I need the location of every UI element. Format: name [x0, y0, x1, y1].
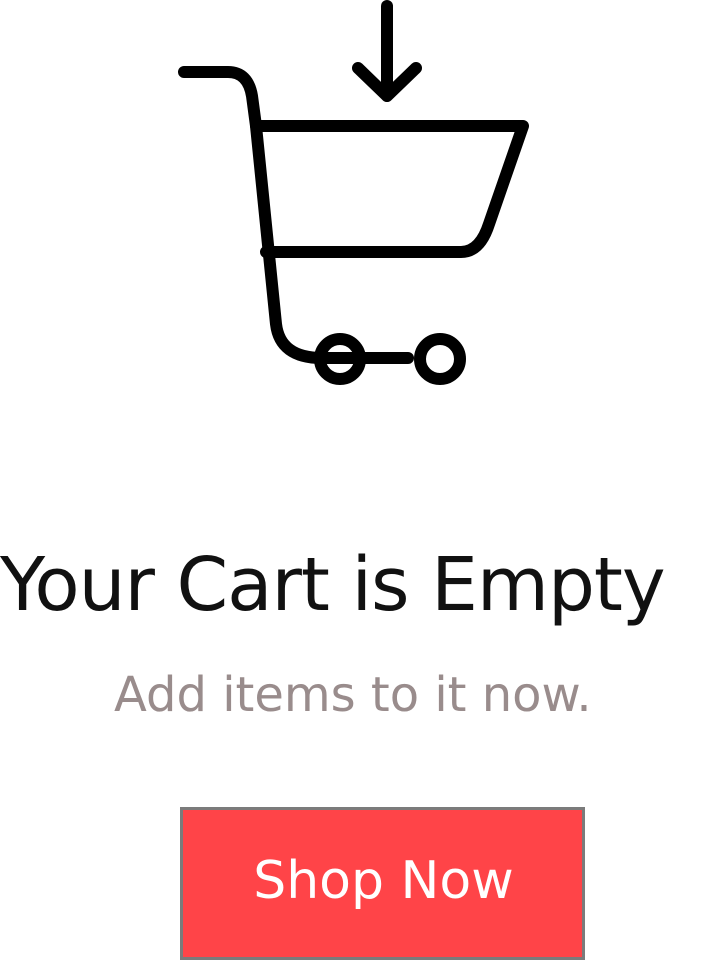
cart-frame-line — [250, 120, 414, 364]
cart-download-icon — [178, 0, 529, 385]
empty-cart-title: Your Cart is Empty — [0, 542, 666, 628]
empty-cart-subtitle: Add items to it now. — [114, 667, 592, 723]
cart-basket-line — [178, 66, 529, 258]
shop-now-button-label: Shop Now — [253, 851, 514, 911]
cart-wheel-right — [414, 333, 466, 385]
shop-now-button[interactable]: Shop Now — [180, 807, 585, 960]
